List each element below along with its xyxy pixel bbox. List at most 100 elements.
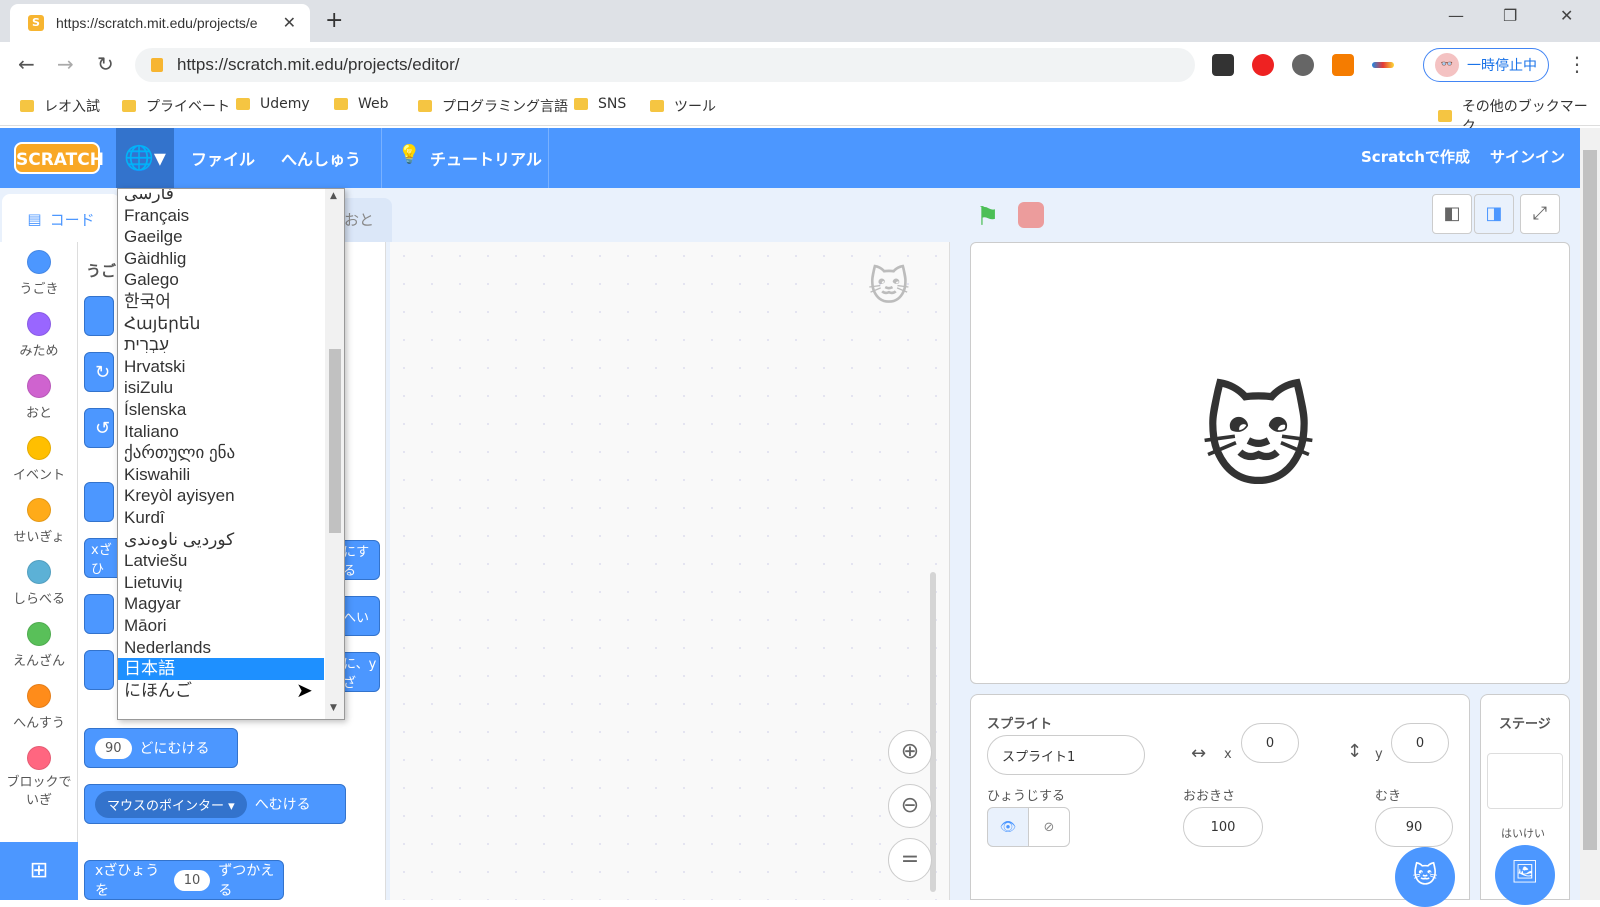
- language-globe-icon[interactable]: 🌐▾: [116, 128, 174, 188]
- language-option[interactable]: isiZulu: [118, 377, 324, 399]
- site-info-icon[interactable]: [151, 58, 163, 72]
- motion-block[interactable]: [84, 482, 114, 522]
- motion-block[interactable]: [84, 650, 114, 690]
- language-option[interactable]: עִבְרִית: [118, 334, 324, 356]
- skype-extension-icon[interactable]: [1292, 54, 1314, 76]
- step-value[interactable]: 10: [173, 869, 211, 891]
- category-events[interactable]: イベント: [0, 436, 78, 483]
- add-backdrop-icon[interactable]: 🖼: [1495, 845, 1555, 905]
- category-motion[interactable]: うごき: [0, 250, 78, 297]
- bookmark-folder[interactable]: プライベート: [122, 96, 230, 116]
- y-input[interactable]: 0: [1391, 723, 1449, 763]
- language-option[interactable]: Italiano: [118, 421, 324, 443]
- browser-menu-icon[interactable]: ⋮: [1567, 52, 1587, 76]
- motion-block[interactable]: ↻: [84, 352, 114, 392]
- red-extension-icon[interactable]: [1252, 54, 1274, 76]
- bookmark-folder[interactable]: SNS: [574, 96, 626, 112]
- language-option[interactable]: 日本語: [118, 658, 324, 681]
- language-option[interactable]: Kreyòl ayisyen: [118, 485, 324, 507]
- stage-thumbnail[interactable]: [1487, 753, 1563, 809]
- edit-menu[interactable]: へんしゅう: [281, 146, 361, 170]
- language-option[interactable]: Kurdî: [118, 507, 324, 529]
- language-option[interactable]: فارسی: [118, 189, 324, 205]
- category-sound[interactable]: おと: [0, 374, 78, 421]
- create-link[interactable]: Scratchで作成: [1361, 146, 1470, 167]
- stage-selector[interactable]: ステージ はいけい 🖼: [1480, 694, 1570, 905]
- language-option[interactable]: Íslenska: [118, 399, 324, 421]
- size-input[interactable]: 100: [1183, 807, 1263, 847]
- sprite-name-input[interactable]: スプライト1: [987, 735, 1145, 775]
- small-stage-icon[interactable]: ◧: [1432, 194, 1472, 234]
- motion-block[interactable]: [84, 296, 114, 336]
- language-option[interactable]: Magyar: [118, 593, 324, 615]
- degrees-value[interactable]: 90: [95, 737, 132, 759]
- stage[interactable]: 🐱: [970, 242, 1570, 684]
- category-variables[interactable]: へんすう: [0, 684, 78, 731]
- language-option[interactable]: Հայերեն: [118, 313, 324, 335]
- category-myblocks[interactable]: ブロックで いぎ: [0, 746, 78, 810]
- hide-eye-icon[interactable]: ⊘: [1028, 807, 1070, 847]
- language-option[interactable]: Gàidhlig: [118, 248, 324, 270]
- language-option[interactable]: Nederlands: [118, 637, 324, 659]
- green-flag-icon[interactable]: ⚑: [976, 202, 999, 232]
- reload-icon[interactable]: ↻: [97, 52, 114, 76]
- motion-block[interactable]: [84, 594, 114, 634]
- dropdown-scrollbar-thumb[interactable]: [329, 349, 341, 533]
- bookmark-folder[interactable]: Web: [334, 96, 389, 112]
- add-sprite-icon[interactable]: 🐱: [1395, 847, 1455, 907]
- profile-button[interactable]: 👓 一時停止中: [1423, 48, 1549, 82]
- normal-stage-icon[interactable]: ◨: [1474, 194, 1514, 234]
- address-bar[interactable]: https://scratch.mit.edu/projects/editor/: [135, 48, 1195, 82]
- turn-to-degrees-block[interactable]: 90 どにむける: [84, 728, 238, 768]
- language-option[interactable]: にほんご: [118, 680, 324, 702]
- back-icon[interactable]: ←: [18, 52, 35, 76]
- language-option[interactable]: Galego: [118, 269, 324, 291]
- page-scrollbar[interactable]: [1580, 128, 1600, 900]
- language-option[interactable]: ქართული ენა: [118, 442, 324, 464]
- scroll-up-icon[interactable]: ▲: [330, 191, 337, 201]
- language-option[interactable]: Kiswahili: [118, 464, 324, 486]
- page-scrollbar-thumb[interactable]: [1583, 150, 1597, 850]
- cat-sprite-icon[interactable]: 🐱: [1201, 383, 1316, 493]
- bookmark-folder[interactable]: プログラミング言語: [418, 96, 568, 116]
- language-option[interactable]: Latviešu: [118, 550, 324, 572]
- tutorial-menu[interactable]: チュートリアル: [430, 146, 542, 170]
- language-option[interactable]: Gaeilge: [118, 226, 324, 248]
- file-menu[interactable]: ファイル: [191, 146, 255, 170]
- change-x-block[interactable]: xざひょうを 10 ずつかえる: [84, 860, 284, 900]
- bookmark-folder[interactable]: ツール: [650, 96, 716, 116]
- workspace-scrollbar[interactable]: [930, 572, 936, 892]
- zoom-out-icon[interactable]: ⊖: [888, 784, 932, 828]
- dropdown-scrollbar[interactable]: ▲ ▼: [325, 189, 344, 719]
- bookmark-folder[interactable]: Udemy: [236, 96, 310, 112]
- tab-sounds[interactable]: おと: [340, 198, 392, 242]
- category-control[interactable]: せいぎょ: [0, 498, 78, 545]
- close-window-icon[interactable]: ✕: [1560, 6, 1573, 25]
- forward-icon[interactable]: →: [57, 52, 74, 76]
- x-input[interactable]: 0: [1241, 723, 1299, 763]
- language-option[interactable]: Hrvatski: [118, 356, 324, 378]
- category-operators[interactable]: えんざん: [0, 622, 78, 669]
- motion-block[interactable]: ↺: [84, 408, 114, 448]
- tab-code[interactable]: ▤ コード: [2, 194, 120, 244]
- code-workspace[interactable]: 🐱 ⊕ ⊖ =: [390, 242, 950, 900]
- bookmark-folder[interactable]: レオ入試: [20, 96, 100, 116]
- close-tab-icon[interactable]: ✕: [283, 13, 296, 32]
- scratch-logo[interactable]: SCRATCH: [14, 142, 104, 174]
- restore-icon[interactable]: ❐: [1503, 6, 1517, 25]
- language-option[interactable]: Français: [118, 205, 324, 227]
- minimize-icon[interactable]: —: [1448, 6, 1464, 25]
- target-dropdown[interactable]: マウスのポインター ▾: [95, 790, 247, 818]
- new-tab-icon[interactable]: +: [325, 8, 343, 33]
- stop-icon[interactable]: [1018, 202, 1044, 228]
- browser-tab[interactable]: S https://scratch.mit.edu/projects/e ✕: [10, 4, 310, 42]
- zoom-reset-icon[interactable]: =: [888, 838, 932, 882]
- fullscreen-icon[interactable]: ⤢: [1520, 194, 1560, 234]
- category-looks[interactable]: みため: [0, 312, 78, 359]
- language-option[interactable]: 한국어: [118, 291, 324, 313]
- signin-link[interactable]: サインイン: [1490, 146, 1565, 167]
- language-dropdown[interactable]: فارسی Français Gaeilge Gàidhlig Galego 한국어 Հայ…: [117, 188, 345, 720]
- direction-input[interactable]: 90: [1375, 807, 1453, 847]
- category-sensing[interactable]: しらべる: [0, 560, 78, 607]
- language-option[interactable]: Lietuvių: [118, 572, 324, 594]
